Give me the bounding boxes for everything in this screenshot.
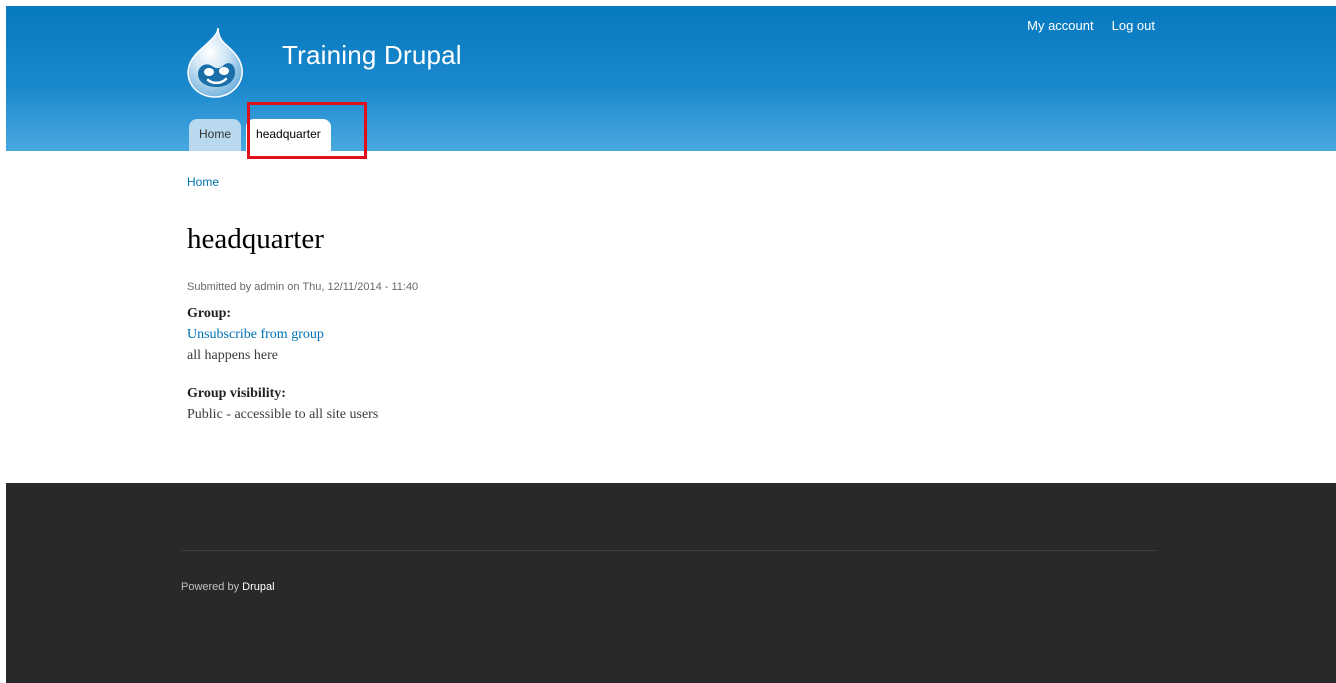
site-footer: Powered by Drupal: [6, 483, 1336, 683]
drupal-drop-icon[interactable]: [184, 26, 246, 98]
submitted-date: on Thu, 12/11/2014 - 11:40: [284, 281, 419, 293]
powered-by: Powered by Drupal: [181, 581, 275, 593]
page: Training Drupal My account Log out Home …: [6, 6, 1336, 683]
group-body-text: all happens here: [187, 348, 278, 363]
drupal-link[interactable]: Drupal: [242, 581, 274, 593]
page-title: headquarter: [187, 223, 324, 255]
tab-home[interactable]: Home: [189, 119, 242, 151]
log-out-link[interactable]: Log out: [1112, 18, 1155, 33]
author-name[interactable]: admin: [254, 281, 284, 293]
breadcrumb-home-link[interactable]: Home: [187, 175, 219, 189]
unsubscribe-link[interactable]: Unsubscribe from group: [187, 327, 324, 342]
highlight-annotation-box: [247, 102, 367, 159]
field-spacer: [187, 366, 378, 383]
group-visibility-label: Group visibility:: [187, 386, 286, 401]
footer-divider: [181, 550, 1158, 551]
node-content: Group: Unsubscribe from group all happen…: [187, 303, 378, 425]
secondary-menu: My account Log out: [1027, 18, 1155, 33]
site-name[interactable]: Training Drupal: [282, 40, 462, 71]
group-field-label: Group:: [187, 306, 232, 321]
submitted-info: Submitted by admin on Thu, 12/11/2014 - …: [187, 281, 418, 293]
submitted-prefix: Submitted by: [187, 281, 255, 293]
my-account-link[interactable]: My account: [1027, 18, 1093, 33]
powered-prefix: Powered by: [181, 581, 243, 593]
group-visibility-value: Public - accessible to all site users: [187, 407, 379, 422]
site-header: Training Drupal My account Log out Home …: [6, 6, 1336, 159]
breadcrumb: Home: [187, 175, 219, 189]
